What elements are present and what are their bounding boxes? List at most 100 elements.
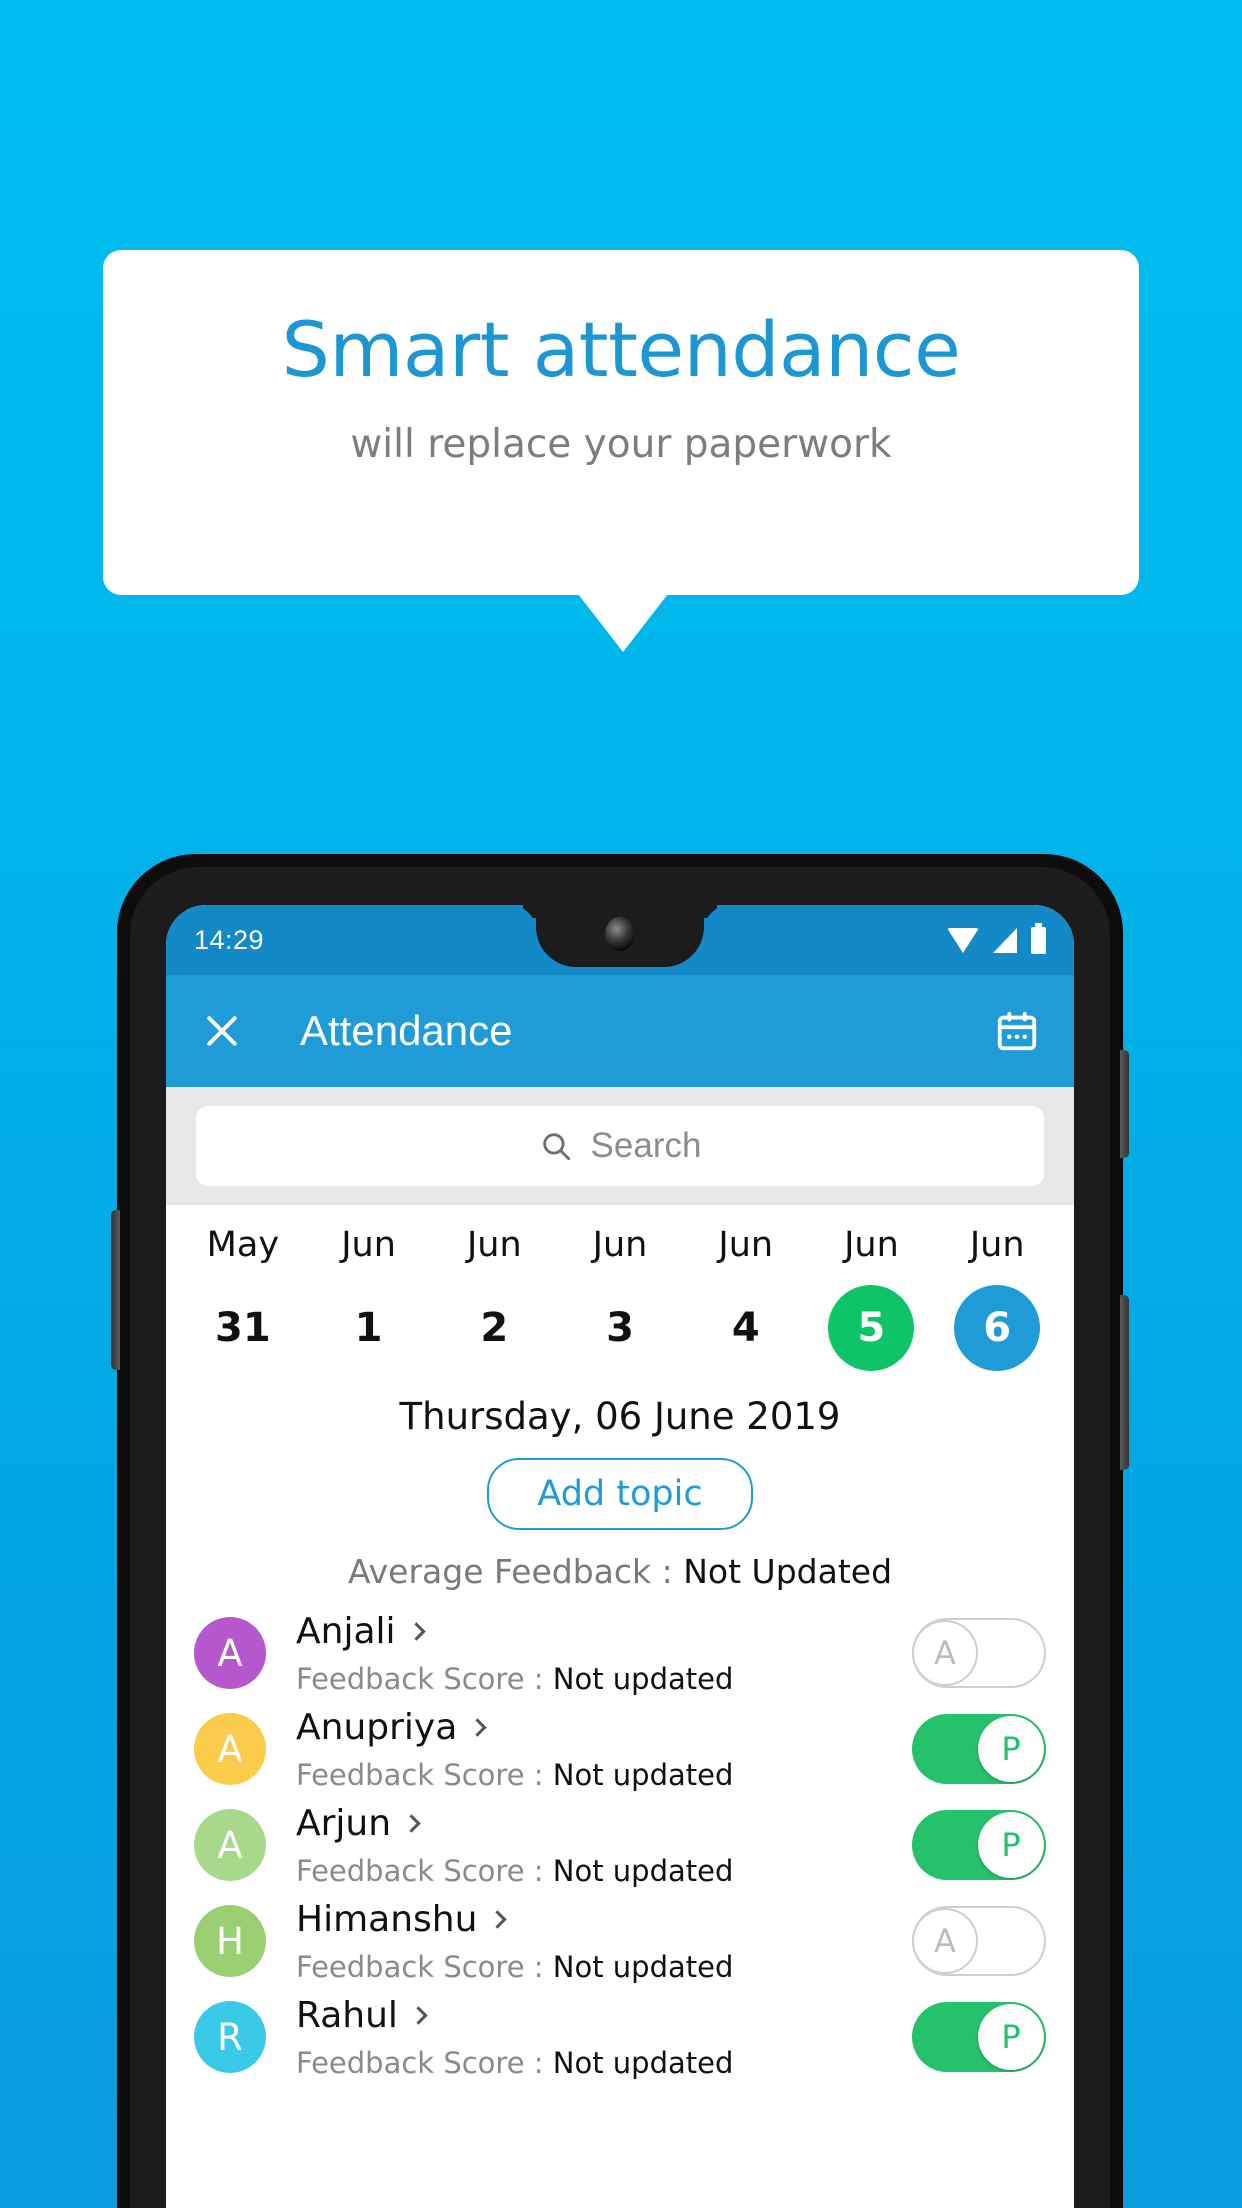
feedback-score-label: Feedback Score : (296, 1853, 553, 1888)
list-item[interactable]: R Rahul Feedback Score : Not updated P (166, 1989, 1074, 2085)
feedback-score-value: Not updated (552, 1949, 734, 1984)
student-name-row[interactable]: Anupriya (296, 1707, 912, 1748)
attendance-toggle-knob: P (978, 2004, 1044, 2070)
chevron-right-icon (488, 1909, 508, 1929)
status-icon-group (947, 922, 1046, 954)
student-name: Arjun (296, 1802, 392, 1844)
list-item[interactable]: A Anjali Feedback Score : Not updated A (166, 1605, 1074, 1701)
add-topic-container: Add topic (166, 1438, 1074, 1530)
avatar: A (194, 1809, 266, 1881)
chevron-right-icon (406, 1621, 426, 1641)
date-month: Jun (844, 1225, 899, 1265)
avatar: A (194, 1713, 266, 1785)
chevron-right-icon (468, 1717, 487, 1737)
list-item[interactable]: A Anupriya Feedback Score : Not updated … (166, 1701, 1074, 1797)
feedback-score: Feedback Score : Not updated (296, 2046, 912, 2080)
student-name-row[interactable]: Anjali (296, 1611, 912, 1652)
feedback-score-label: Feedback Score : (296, 1661, 553, 1696)
selected-date-label: Thursday, 06 June 2019 (399, 1395, 841, 1438)
avatar: H (194, 1905, 266, 1977)
date-chip[interactable]: Jun 2 (431, 1225, 557, 1371)
date-chip[interactable]: May 31 (180, 1225, 306, 1371)
date-month: Jun (466, 1225, 522, 1265)
feedback-score-label: Feedback Score : (296, 2045, 553, 2080)
attendance-toggle[interactable]: P (912, 1714, 1046, 1784)
date-month: Jun (592, 1225, 648, 1265)
calendar-icon[interactable] (994, 1008, 1040, 1054)
student-name-row[interactable]: Rahul (296, 1995, 912, 2036)
student-info: Rahul Feedback Score : Not updated (296, 1995, 912, 2080)
attendance-toggle-knob: P (978, 1716, 1044, 1782)
average-feedback: Average Feedback : Not Updated (166, 1530, 1074, 1591)
phone-mockup: 14:29 Attendance Search May 31 Jun 1 Jun… (111, 855, 1129, 2208)
date-month: May (206, 1225, 280, 1265)
feedback-score-value: Not updated (552, 1853, 734, 1888)
attendance-toggle-knob: A (912, 1908, 978, 1974)
date-day: 6 (954, 1285, 1041, 1371)
list-item[interactable]: H Himanshu Feedback Score : Not updated … (166, 1893, 1074, 1989)
search-input[interactable]: Search (196, 1106, 1044, 1186)
student-info: Himanshu Feedback Score : Not updated (296, 1899, 912, 1984)
feedback-score-value: Not updated (552, 1757, 734, 1792)
date-chip[interactable]: Jun 1 (306, 1225, 432, 1371)
page-title: Attendance (300, 1007, 513, 1054)
callout-tail (578, 594, 668, 652)
signal-icon (993, 927, 1017, 953)
student-name-row[interactable]: Arjun (296, 1803, 912, 1844)
student-name-row[interactable]: Himanshu (296, 1899, 912, 1940)
power-button[interactable] (1120, 1050, 1129, 1158)
phone-screen: 14:29 Attendance Search May 31 Jun 1 Jun… (166, 905, 1074, 2208)
student-name: Anupriya (296, 1706, 458, 1748)
list-item[interactable]: A Arjun Feedback Score : Not updated P (166, 1797, 1074, 1893)
wifi-icon (947, 927, 979, 953)
date-chip-selected[interactable]: Jun 6 (934, 1225, 1060, 1371)
avatar: R (194, 2001, 266, 2073)
avatar: A (194, 1617, 266, 1689)
student-list: A Anjali Feedback Score : Not updated A (166, 1591, 1074, 2085)
date-strip: May 31 Jun 1 Jun 2 Jun 3 Jun 4 Jun 5 Jun… (166, 1205, 1074, 1383)
close-icon[interactable] (200, 1009, 244, 1053)
search-icon (542, 1133, 570, 1161)
promo-callout-card: Smart attendance will replace your paper… (103, 250, 1139, 595)
feedback-score-value: Not updated (552, 2045, 734, 2080)
student-name: Anjali (296, 1610, 396, 1652)
chevron-right-icon (402, 1813, 421, 1833)
date-chip-today[interactable]: Jun 5 (809, 1225, 935, 1371)
attendance-toggle[interactable]: A (912, 1906, 1046, 1976)
feedback-score: Feedback Score : Not updated (296, 1662, 912, 1696)
date-day: 1 (354, 1305, 383, 1351)
attendance-toggle-knob: P (978, 1812, 1044, 1878)
feedback-score: Feedback Score : Not updated (296, 1950, 912, 1984)
promo-page: Smart attendance will replace your paper… (0, 0, 1242, 2208)
student-name: Rahul (296, 1994, 398, 2036)
search-placeholder: Search (590, 1126, 702, 1165)
promo-title: Smart attendance (281, 305, 961, 394)
battery-icon (1031, 922, 1046, 954)
average-feedback-value: Not Updated (683, 1552, 893, 1591)
chevron-right-icon (409, 2005, 428, 2025)
attendance-toggle-knob: A (912, 1620, 978, 1686)
feedback-score-label: Feedback Score : (296, 1949, 553, 1984)
add-topic-button[interactable]: Add topic (487, 1458, 753, 1530)
feedback-score: Feedback Score : Not updated (296, 1758, 912, 1792)
feedback-score-label: Feedback Score : (296, 1757, 553, 1792)
attendance-toggle[interactable]: P (912, 2002, 1046, 2072)
date-day: 4 (731, 1305, 760, 1351)
feedback-score-value: Not updated (552, 1661, 734, 1696)
date-day: 3 (606, 1305, 634, 1351)
front-camera (605, 917, 635, 951)
status-time: 14:29 (194, 924, 265, 955)
student-info: Anupriya Feedback Score : Not updated (296, 1707, 912, 1792)
date-month: Jun (969, 1225, 1025, 1265)
volume-button[interactable] (1120, 1295, 1129, 1470)
attendance-toggle[interactable]: P (912, 1810, 1046, 1880)
student-name: Himanshu (296, 1898, 478, 1940)
date-month: Jun (718, 1225, 774, 1265)
date-chip[interactable]: Jun 4 (683, 1225, 809, 1371)
attendance-toggle[interactable]: A (912, 1618, 1046, 1688)
promo-subtitle: will replace your paperwork (350, 422, 892, 467)
assistant-button[interactable] (111, 1210, 120, 1370)
date-day: 31 (215, 1305, 271, 1351)
date-chip[interactable]: Jun 3 (557, 1225, 683, 1371)
date-month: Jun (341, 1225, 396, 1265)
